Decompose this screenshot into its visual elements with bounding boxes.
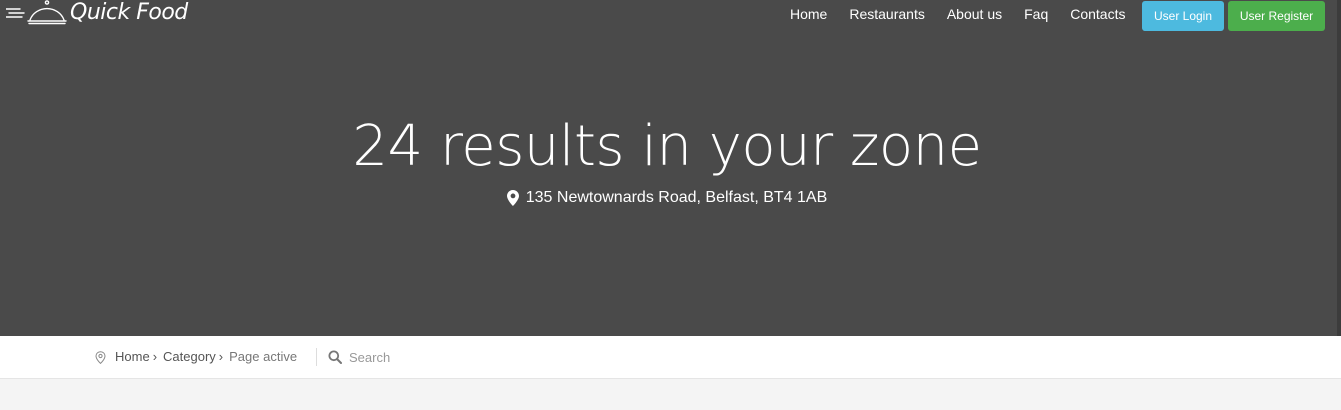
location-outline-icon [95,350,106,364]
hero-banner: Quick Food Home Restaurants About us Faq… [0,0,1341,336]
breadcrumb-active: Page active [229,349,298,364]
results-title: 24 results in your zone [352,114,982,179]
breadcrumb-separator: › [218,349,224,364]
breadcrumb-separator: › [152,349,158,364]
brand-logo[interactable]: Quick Food [6,0,188,26]
nav-about-us[interactable]: About us [947,6,1002,23]
user-login-button[interactable]: User Login [1142,1,1224,31]
breadcrumb-home[interactable]: Home [115,349,150,365]
address-text: 135 Newtownards Road, Belfast, BT4 1AB [525,189,828,206]
search-box [328,346,549,368]
cloche-icon [6,0,67,25]
nav-contacts[interactable]: Contacts [1070,6,1125,23]
map-pin-icon [506,190,519,206]
divider [316,348,317,366]
main-nav: Home Restaurants About us Faq Contacts [790,6,1147,23]
user-register-button[interactable]: User Register [1228,1,1325,31]
breadcrumb: Home › Category › Page active [95,349,297,365]
brand-name: Quick Food [70,0,188,25]
address-line: 135 Newtownards Road, Belfast, BT4 1AB [0,188,1334,208]
breadcrumb-bar: Home › Category › Page active [0,336,1341,379]
nav-home[interactable]: Home [790,6,827,23]
search-icon[interactable] [328,350,342,364]
nav-restaurants[interactable]: Restaurants [849,6,924,23]
scrollbar[interactable] [1337,0,1341,336]
search-input[interactable] [349,349,549,365]
nav-faq[interactable]: Faq [1024,6,1048,23]
breadcrumb-category[interactable]: Category [163,349,216,365]
